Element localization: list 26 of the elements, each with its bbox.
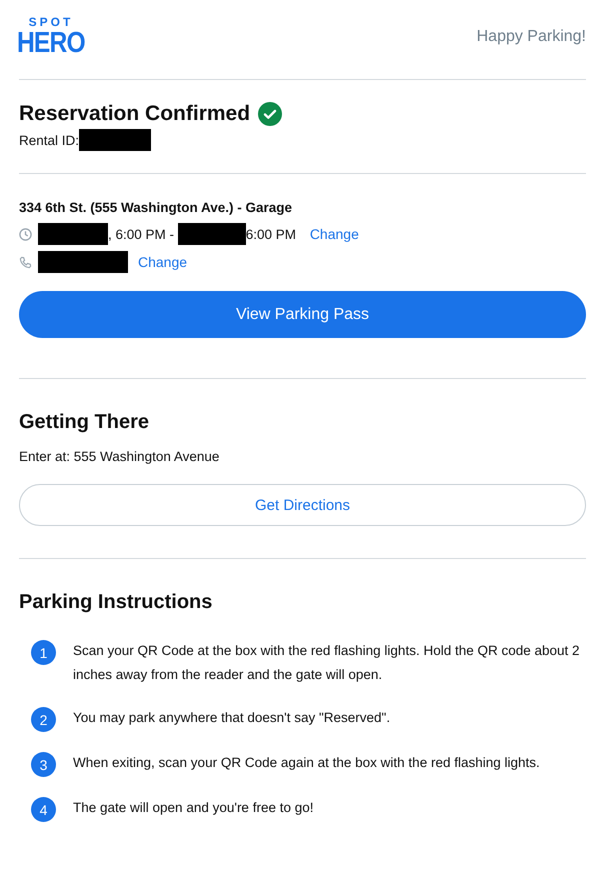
step-text: When exiting, scan your QR Code again at the box with the red flashing lights.: [73, 754, 540, 772]
step-number: 4: [31, 797, 56, 822]
change-phone-link[interactable]: Change: [138, 254, 188, 270]
get-directions-button[interactable]: Get Directions: [19, 484, 586, 526]
page-title: Reservation Confirmed: [19, 102, 250, 126]
view-parking-pass-button[interactable]: View Parking Pass: [19, 291, 586, 338]
redaction-bar: [178, 223, 246, 245]
step-number: 3: [31, 752, 56, 777]
time-text: 6:00 PM: [246, 226, 298, 242]
tagline: Happy Parking!: [476, 28, 586, 46]
redaction-bar: [38, 223, 108, 245]
section-title: Parking Instructions: [19, 591, 214, 614]
address: 334 6th St. (555 Washington Ave.) - Garage: [19, 200, 294, 215]
step-number: 2: [31, 707, 56, 732]
clock-icon: [19, 228, 32, 240]
step-number: 1: [31, 640, 56, 665]
entry-address: Enter at: 555 Washington Avenue: [19, 449, 220, 464]
phone-icon: [19, 256, 32, 268]
step-text: Scan your QR Code at the box with the red flashing lights. Hold the QR code about 2 inches away from the reader and the gate will open.: [73, 642, 581, 684]
time-text: , 6:00 PM -: [108, 226, 176, 242]
rental-id-label: Rental ID:: [19, 132, 80, 148]
step-text: The gate will open and you're free to go!: [73, 799, 314, 817]
step-text: You may park anywhere that doesn't say "Reserved".: [73, 709, 390, 727]
section-title: Getting There: [19, 411, 150, 434]
logo: SPOT HERO: [19, 16, 83, 57]
change-time-link[interactable]: Change: [310, 226, 359, 242]
